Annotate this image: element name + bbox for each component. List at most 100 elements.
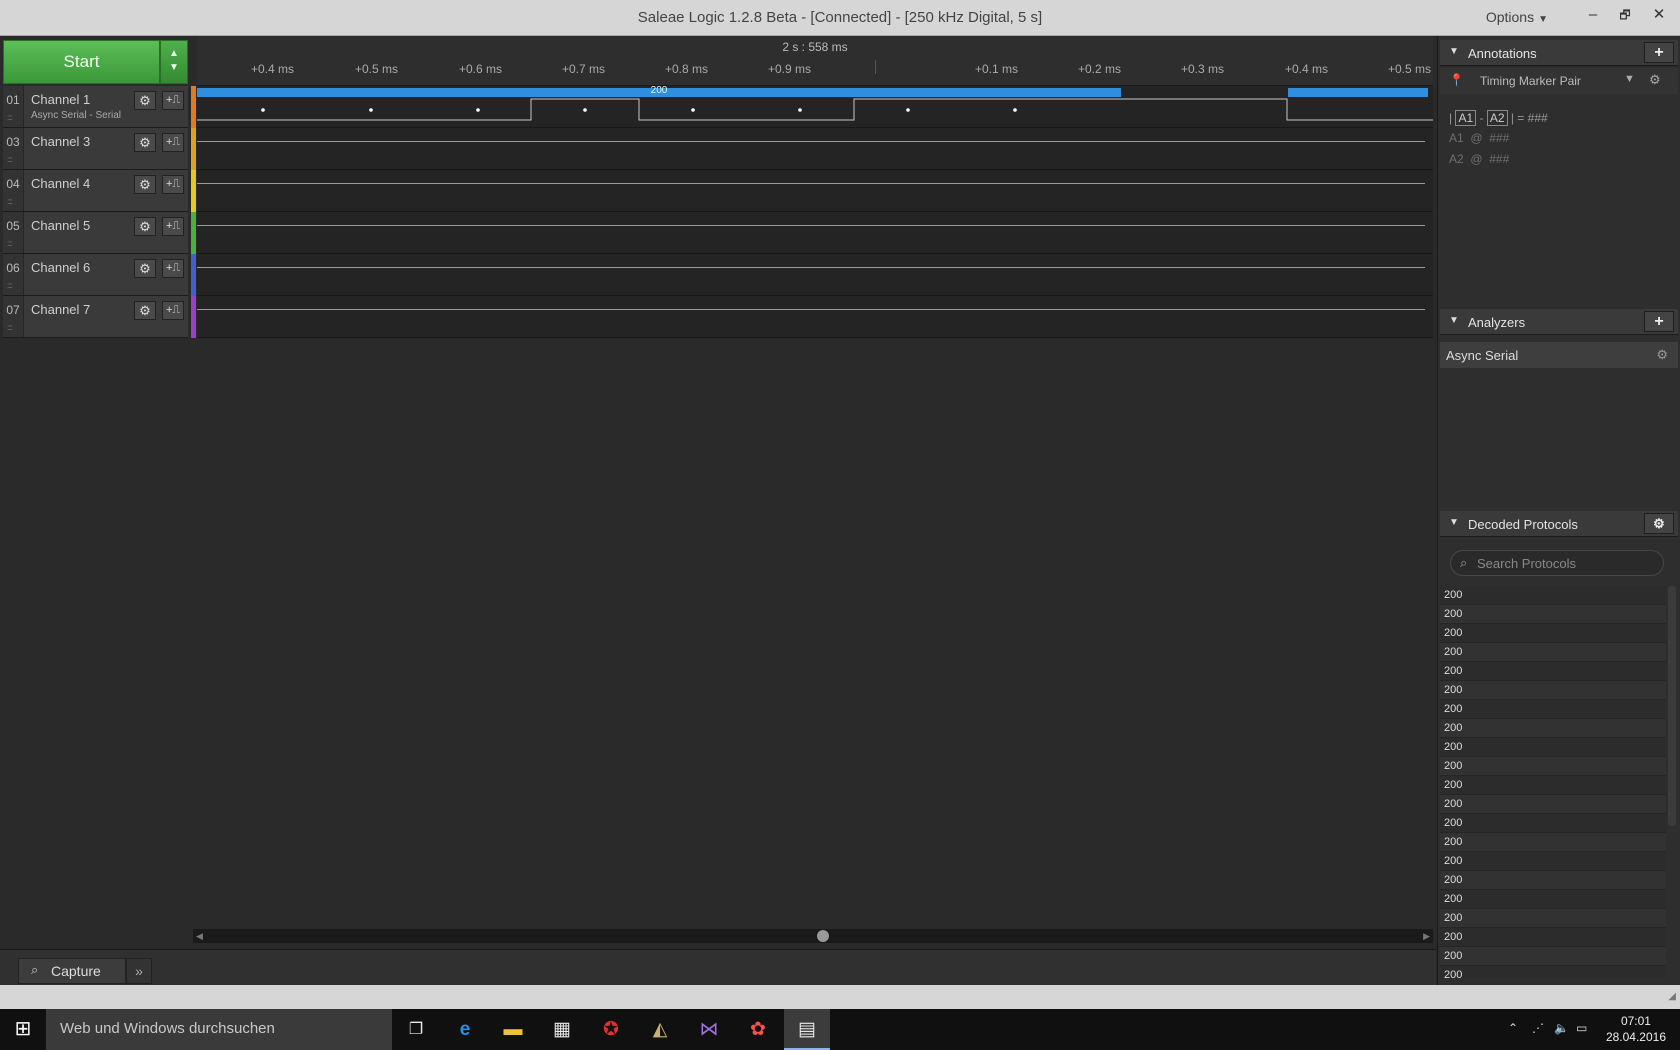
- edge-browser-icon[interactable]: e: [442, 1009, 488, 1050]
- decoded-frame-bar[interactable]: [1288, 88, 1428, 97]
- gear-icon[interactable]: ⚙: [1649, 72, 1661, 88]
- trigger-icon[interactable]: +⎍: [162, 259, 184, 278]
- taskbar-search-box[interactable]: Web und Windows durchsuchen: [46, 1009, 392, 1050]
- search-protocols[interactable]: ⌕: [1450, 550, 1664, 576]
- decoded-protocol-list[interactable]: 200 200 200 200 200 200 200 200 200 200 200 200 200 2…: [1440, 586, 1666, 978]
- list-item[interactable]: 200: [1440, 757, 1666, 776]
- visual-studio-icon[interactable]: ⋈: [686, 1009, 732, 1050]
- gear-icon[interactable]: ⚙: [134, 175, 156, 194]
- notification-icon[interactable]: ▭: [1576, 1021, 1587, 1035]
- list-item[interactable]: 200: [1440, 966, 1666, 978]
- windows-start-icon[interactable]: ⊞: [0, 1009, 46, 1050]
- file-explorer-icon[interactable]: ▬: [490, 1009, 536, 1050]
- gear-icon[interactable]: ⚙: [134, 259, 156, 278]
- channel-row[interactable]: 04 :::: Channel 4 ⚙ +⎍: [3, 170, 188, 212]
- list-item[interactable]: 200: [1440, 738, 1666, 757]
- list-item[interactable]: 200: [1440, 776, 1666, 795]
- gear-icon[interactable]: ⚙: [134, 133, 156, 152]
- options-menu[interactable]: Options ▼: [1486, 9, 1548, 25]
- scroll-right-icon[interactable]: ▶: [1423, 929, 1430, 943]
- more-tabs-button[interactable]: »: [126, 958, 152, 984]
- list-item[interactable]: 200: [1440, 890, 1666, 909]
- channel-4-lane[interactable]: [197, 170, 1433, 212]
- gear-icon[interactable]: ⚙: [134, 301, 156, 320]
- list-item[interactable]: 200: [1440, 624, 1666, 643]
- channel-5-lane[interactable]: [197, 212, 1433, 254]
- list-item[interactable]: 200: [1440, 947, 1666, 966]
- list-item[interactable]: 200: [1440, 909, 1666, 928]
- trigger-icon[interactable]: +⎍: [162, 133, 184, 152]
- network-icon[interactable]: ⋰: [1532, 1021, 1544, 1035]
- drag-handle-icon[interactable]: ::::: [7, 323, 13, 332]
- trigger-icon[interactable]: +⎍: [162, 175, 184, 194]
- collapse-triangle-icon[interactable]: ▼: [1449, 517, 1459, 528]
- close-button[interactable]: ✕: [1644, 2, 1674, 30]
- store-icon[interactable]: ▦: [539, 1009, 585, 1050]
- channel-1-lane[interactable]: 200: [197, 86, 1433, 128]
- list-item[interactable]: 200: [1440, 605, 1666, 624]
- list-item[interactable]: 200: [1440, 681, 1666, 700]
- start-options-button[interactable]: ▲ ▼: [160, 40, 188, 84]
- channel-name[interactable]: Channel 7: [31, 302, 90, 317]
- app-red-icon[interactable]: ✿: [735, 1009, 781, 1050]
- chevron-down-icon[interactable]: ▼: [1624, 73, 1635, 85]
- app-red-gear-icon[interactable]: ✪: [588, 1009, 634, 1050]
- timing-marker-row[interactable]: 📍 Timing Marker Pair ▼ ⚙: [1440, 68, 1678, 94]
- list-item[interactable]: 200: [1440, 586, 1666, 605]
- analyzer-item[interactable]: Async Serial ⚙: [1440, 342, 1678, 368]
- trigger-icon[interactable]: +⎍: [162, 301, 184, 320]
- start-button[interactable]: Start: [3, 40, 160, 84]
- chevron-up-icon[interactable]: ⌃: [1508, 1021, 1518, 1035]
- analyzers-header[interactable]: ▼ Analyzers +: [1440, 309, 1678, 335]
- scroll-left-icon[interactable]: ◀: [196, 929, 203, 943]
- add-annotation-button[interactable]: +: [1644, 42, 1674, 63]
- channel-3-lane[interactable]: [197, 128, 1433, 170]
- list-item[interactable]: 200: [1440, 662, 1666, 681]
- task-view-icon[interactable]: ❐: [393, 1009, 439, 1050]
- collapse-triangle-icon[interactable]: ▼: [1449, 315, 1459, 326]
- resize-grip-icon[interactable]: ◢: [1668, 991, 1676, 1002]
- channel-row[interactable]: 05 :::: Channel 5 ⚙ +⎍: [3, 212, 188, 254]
- trigger-icon[interactable]: +⎍: [162, 217, 184, 236]
- channel-6-lane[interactable]: [197, 254, 1433, 296]
- channel-row[interactable]: 07 :::: Channel 7 ⚙ +⎍: [3, 296, 188, 338]
- gear-icon[interactable]: ⚙: [134, 91, 156, 110]
- horizontal-scrollbar[interactable]: ◀ ▶: [193, 929, 1433, 943]
- gear-icon[interactable]: ⚙: [1644, 513, 1674, 534]
- search-input[interactable]: [1477, 555, 1657, 572]
- list-item[interactable]: 200: [1440, 719, 1666, 738]
- channel-name[interactable]: Channel 3: [31, 134, 90, 149]
- gear-icon[interactable]: ⚙: [134, 217, 156, 236]
- list-item[interactable]: 200: [1440, 700, 1666, 719]
- list-item[interactable]: 200: [1440, 928, 1666, 947]
- list-item[interactable]: 200: [1440, 871, 1666, 890]
- drag-handle-icon[interactable]: ::::: [7, 113, 13, 122]
- drag-handle-icon[interactable]: ::::: [7, 281, 13, 290]
- channel-name[interactable]: Channel 6: [31, 260, 90, 275]
- channel-name[interactable]: Channel 5: [31, 218, 90, 233]
- trigger-icon[interactable]: +⎍: [162, 91, 184, 110]
- channel-row[interactable]: 01 :::: Channel 1 Async Serial - Serial …: [3, 86, 188, 128]
- annotations-header[interactable]: ▼ Annotations +: [1440, 40, 1678, 66]
- list-item[interactable]: 200: [1440, 852, 1666, 871]
- list-item[interactable]: 200: [1440, 833, 1666, 852]
- channel-name[interactable]: Channel 1: [31, 92, 90, 107]
- list-item[interactable]: 200: [1440, 643, 1666, 662]
- decoded-protocols-header[interactable]: ▼ Decoded Protocols ⚙: [1440, 511, 1678, 537]
- waveform-view[interactable]: 2 s : 558 ms +0.4 ms +0.5 ms +0.6 ms +0.…: [197, 36, 1433, 338]
- protocol-list-scrollbar[interactable]: [1668, 586, 1676, 826]
- add-analyzer-button[interactable]: +: [1644, 311, 1674, 332]
- channel-row[interactable]: 06 :::: Channel 6 ⚙ +⎍: [3, 254, 188, 296]
- scroll-thumb[interactable]: [817, 930, 829, 942]
- gear-icon[interactable]: ⚙: [1656, 347, 1668, 363]
- list-item[interactable]: 200: [1440, 795, 1666, 814]
- tab-capture[interactable]: ⌕ Capture: [18, 958, 126, 984]
- app-matlab-icon[interactable]: ◭: [637, 1009, 683, 1050]
- channel-row[interactable]: 03 :::: Channel 3 ⚙ +⎍: [3, 128, 188, 170]
- channel-7-lane[interactable]: [197, 296, 1433, 338]
- time-ruler[interactable]: 2 s : 558 ms +0.4 ms +0.5 ms +0.6 ms +0.…: [197, 36, 1433, 86]
- channel-name[interactable]: Channel 4: [31, 176, 90, 191]
- drag-handle-icon[interactable]: ::::: [7, 239, 13, 248]
- collapse-triangle-icon[interactable]: ▼: [1449, 46, 1459, 57]
- list-item[interactable]: 200: [1440, 814, 1666, 833]
